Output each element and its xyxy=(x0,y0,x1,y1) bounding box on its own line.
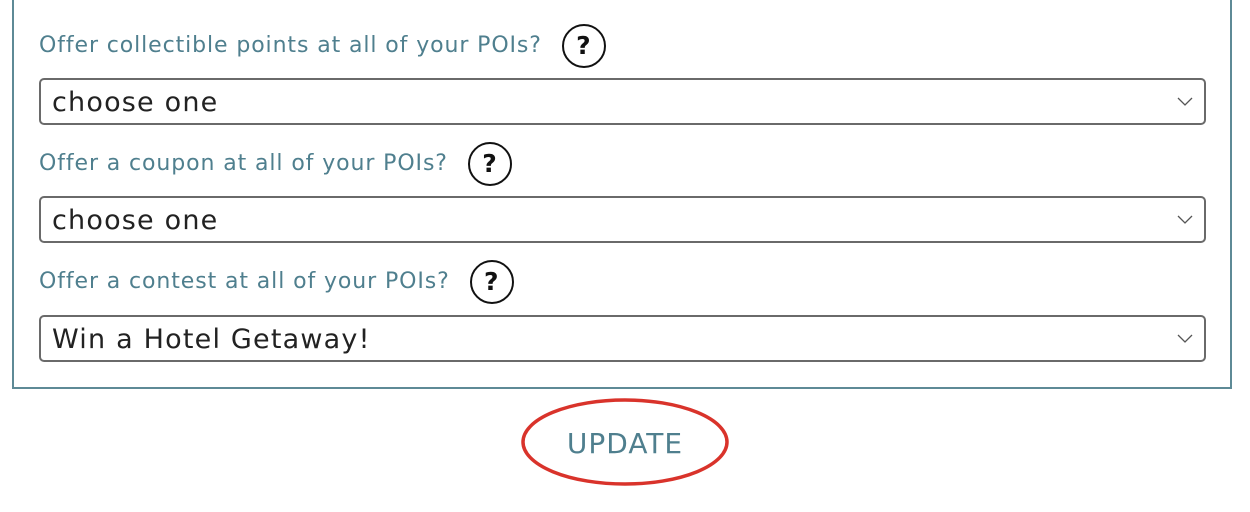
help-icon[interactable]: ? xyxy=(467,142,512,186)
update-button[interactable]: UPDATE xyxy=(520,397,730,487)
collectible-points-select-value: choose one xyxy=(52,87,219,118)
help-icon[interactable]: ? xyxy=(561,24,606,68)
coupon-select-value: choose one xyxy=(52,205,219,236)
help-icon[interactable]: ? xyxy=(469,260,514,304)
update-button-label: UPDATE xyxy=(566,426,684,460)
collectible-points-label: Offer collectible points at all of your … xyxy=(39,24,606,68)
chevron-down-icon xyxy=(1177,334,1193,343)
chevron-down-icon xyxy=(1177,215,1193,224)
contest-select-value: Win a Hotel Getaway! xyxy=(52,324,371,355)
contest-label: Offer a contest at all of your POIs? ? xyxy=(39,260,514,304)
chevron-down-icon xyxy=(1177,97,1193,106)
coupon-select[interactable]: choose one xyxy=(39,196,1206,243)
contest-label-text: Offer a contest at all of your POIs? xyxy=(39,269,450,294)
coupon-label: Offer a coupon at all of your POIs? ? xyxy=(39,142,512,186)
coupon-label-text: Offer a coupon at all of your POIs? xyxy=(39,151,448,176)
collectible-points-label-text: Offer collectible points at all of your … xyxy=(39,33,542,58)
contest-select[interactable]: Win a Hotel Getaway! xyxy=(39,315,1206,362)
collectible-points-select[interactable]: choose one xyxy=(39,78,1206,125)
